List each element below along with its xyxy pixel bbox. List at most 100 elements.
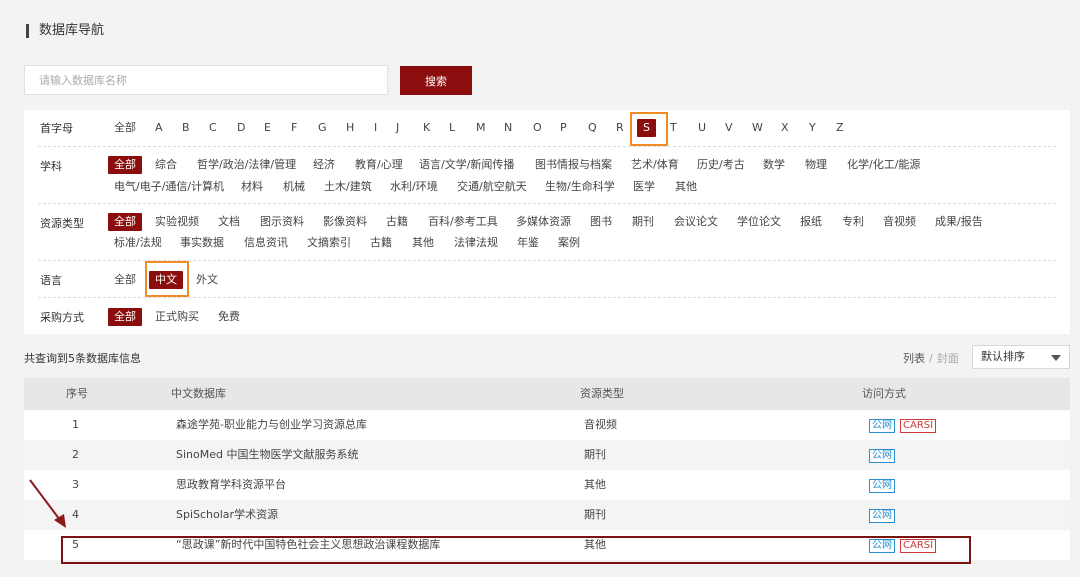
filter-item-subject-1[interactable]: 综合 [155, 156, 177, 174]
filter-item-resource-7[interactable]: 多媒体资源 [516, 213, 571, 231]
filter-item-resource-1[interactable]: 实验视频 [155, 213, 199, 231]
filter-item-purchase-0[interactable]: 全部 [108, 308, 142, 326]
filter-item-initial-23[interactable]: W [752, 119, 763, 137]
filter-item-subject-6[interactable]: 图书情报与档案 [535, 156, 612, 174]
sort-select[interactable]: 默认排序 [972, 345, 1070, 369]
filter-item-subject-11[interactable]: 化学/化工/能源 [847, 156, 920, 174]
filter-item-resource-5[interactable]: 古籍 [386, 213, 408, 231]
filter-item-subject-8[interactable]: 历史/考古 [697, 156, 745, 174]
filter-item-resource-15[interactable]: 成果/报告 [935, 213, 983, 231]
filter-item-subject-2[interactable]: 哲学/政治/法律/管理 [197, 156, 296, 174]
filter-item-resource-6[interactable]: 百科/参考工具 [428, 213, 498, 231]
filter-item-resource-19[interactable]: 文摘索引 [307, 234, 351, 252]
filter-item-resource-13[interactable]: 专利 [842, 213, 864, 231]
filter-item-initial-13[interactable]: M [476, 119, 486, 137]
filter-item-subject-4[interactable]: 教育/心理 [355, 156, 403, 174]
filter-item-resource-21[interactable]: 其他 [412, 234, 434, 252]
search-button[interactable]: 搜索 [400, 66, 472, 95]
filter-item-initial-22[interactable]: V [725, 119, 733, 137]
access-badge-public[interactable]: 公网 [869, 479, 895, 493]
filter-item-initial-7[interactable]: G [318, 119, 327, 137]
filter-item-subject-5[interactable]: 语言/文学/新闻传播 [419, 156, 514, 174]
filter-item-subject-10[interactable]: 物理 [805, 156, 827, 174]
cell-name[interactable]: 森途学苑-职业能力与创业学习资源总库 [176, 410, 367, 440]
filter-item-subject-12[interactable]: 电气/电子/通信/计算机 [114, 178, 224, 196]
filter-item-resource-0[interactable]: 全部 [108, 213, 142, 231]
filter-item-initial-9[interactable]: I [374, 119, 377, 137]
filter-item-resource-24[interactable]: 案例 [558, 234, 580, 252]
filter-item-initial-6[interactable]: F [291, 119, 297, 137]
filter-item-initial-16[interactable]: P [560, 119, 567, 137]
access-badge-public[interactable]: 公网 [869, 449, 895, 463]
filter-item-language-1[interactable]: 中文 [149, 271, 183, 289]
access-badge-public[interactable]: 公网 [869, 539, 895, 553]
filter-item-subject-7[interactable]: 艺术/体育 [631, 156, 679, 174]
filter-item-subject-16[interactable]: 水利/环境 [390, 178, 438, 196]
filter-item-purchase-2[interactable]: 免费 [218, 308, 240, 326]
filter-item-initial-15[interactable]: O [533, 119, 542, 137]
search-input[interactable] [24, 65, 388, 95]
cell-name[interactable]: SinoMed 中国生物医学文献服务系统 [176, 440, 358, 470]
filter-item-resource-12[interactable]: 报纸 [800, 213, 822, 231]
filter-item-resource-9[interactable]: 期刊 [632, 213, 654, 231]
filter-item-subject-14[interactable]: 机械 [283, 178, 305, 196]
filter-item-language-2[interactable]: 外文 [196, 271, 218, 289]
table-row[interactable]: 4 SpiScholar学术资源 期刊 公网 [24, 500, 1070, 530]
view-cover-link[interactable]: 封面 [937, 352, 959, 365]
filter-item-initial-26[interactable]: Z [836, 119, 844, 137]
filter-item-initial-14[interactable]: N [504, 119, 512, 137]
filter-item-resource-23[interactable]: 年鉴 [517, 234, 539, 252]
filter-item-subject-13[interactable]: 材料 [241, 178, 263, 196]
filter-item-initial-25[interactable]: Y [809, 119, 816, 137]
filter-item-subject-20[interactable]: 其他 [675, 178, 697, 196]
filter-item-initial-12[interactable]: L [449, 119, 455, 137]
access-badge-public[interactable]: 公网 [869, 509, 895, 523]
filter-item-initial-11[interactable]: K [423, 119, 430, 137]
filter-item-initial-21[interactable]: U [698, 119, 706, 137]
access-badge-carsi[interactable]: CARSI [900, 419, 937, 433]
filter-item-initial-2[interactable]: B [182, 119, 190, 137]
filter-item-subject-17[interactable]: 交通/航空航天 [457, 178, 527, 196]
filter-item-resource-3[interactable]: 图示资料 [260, 213, 304, 231]
filter-item-resource-14[interactable]: 音视频 [883, 213, 916, 231]
cell-name[interactable]: 思政教育学科资源平台 [176, 470, 286, 500]
filter-item-initial-24[interactable]: X [781, 119, 789, 137]
access-badge-carsi[interactable]: CARSI [900, 539, 937, 553]
view-list-link[interactable]: 列表 [903, 352, 925, 365]
filter-item-subject-19[interactable]: 医学 [633, 178, 655, 196]
filter-item-initial-18[interactable]: R [616, 119, 624, 137]
filter-item-subject-18[interactable]: 生物/生命科学 [545, 178, 615, 196]
cell-name[interactable]: “思政课”新时代中国特色社会主义思想政治课程数据库 [176, 530, 440, 560]
filter-item-subject-0[interactable]: 全部 [108, 156, 142, 174]
filter-item-initial-4[interactable]: D [237, 119, 245, 137]
table-row[interactable]: 2 SinoMed 中国生物医学文献服务系统 期刊 公网 [24, 440, 1070, 470]
filter-item-resource-4[interactable]: 影像资料 [323, 213, 367, 231]
filter-item-initial-19[interactable]: S [637, 119, 656, 137]
filter-item-initial-20[interactable]: T [670, 119, 677, 137]
filter-item-initial-5[interactable]: E [264, 119, 271, 137]
filter-item-resource-10[interactable]: 会议论文 [674, 213, 718, 231]
filter-item-resource-22[interactable]: 法律法规 [454, 234, 498, 252]
filter-item-resource-16[interactable]: 标准/法规 [114, 234, 162, 252]
filter-item-initial-8[interactable]: H [346, 119, 354, 137]
filter-item-resource-8[interactable]: 图书 [590, 213, 612, 231]
filter-item-resource-11[interactable]: 学位论文 [737, 213, 781, 231]
filter-item-purchase-1[interactable]: 正式购买 [155, 308, 199, 326]
filter-item-resource-20[interactable]: 古籍 [370, 234, 392, 252]
filter-item-subject-3[interactable]: 经济 [313, 156, 335, 174]
filter-item-subject-15[interactable]: 土木/建筑 [324, 178, 372, 196]
filter-item-resource-2[interactable]: 文档 [218, 213, 240, 231]
table-row[interactable]: 3 思政教育学科资源平台 其他 公网 [24, 470, 1070, 500]
filter-item-initial-0[interactable]: 全部 [114, 119, 136, 137]
cell-name[interactable]: SpiScholar学术资源 [176, 500, 278, 530]
table-row[interactable]: 1 森途学苑-职业能力与创业学习资源总库 音视频 公网 CARSI [24, 410, 1070, 440]
filter-item-resource-17[interactable]: 事实数据 [180, 234, 224, 252]
filter-item-initial-1[interactable]: A [155, 119, 163, 137]
filter-item-resource-18[interactable]: 信息资讯 [244, 234, 288, 252]
filter-item-initial-3[interactable]: C [209, 119, 217, 137]
filter-item-initial-17[interactable]: Q [588, 119, 597, 137]
filter-item-subject-9[interactable]: 数学 [763, 156, 785, 174]
filter-item-language-0[interactable]: 全部 [114, 271, 136, 289]
access-badge-public[interactable]: 公网 [869, 419, 895, 433]
table-row[interactable]: 5 “思政课”新时代中国特色社会主义思想政治课程数据库 其他 公网 CARSI [24, 530, 1070, 560]
